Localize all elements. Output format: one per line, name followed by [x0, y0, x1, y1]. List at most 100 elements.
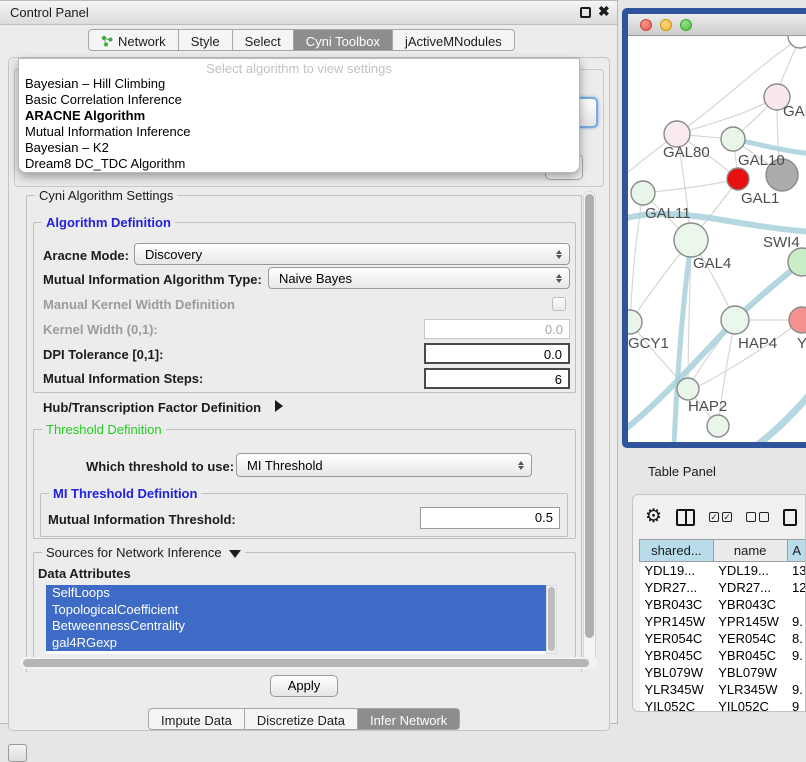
table-row[interactable]: YDR27...YDR27...12: [640, 579, 806, 596]
mi-algorithm-type-label: Mutual Information Algorithm Type:: [43, 272, 262, 287]
node-label: Y: [797, 335, 806, 352]
hub-expander-icon[interactable]: [275, 400, 283, 412]
network-canvas[interactable]: GALGAL80GAL10GAL1GAL11SWI4GAL4GCY1HAP4YH…: [628, 36, 806, 442]
which-threshold-select[interactable]: MI Threshold: [236, 453, 532, 477]
network-node-gal1[interactable]: [727, 168, 749, 190]
table-row[interactable]: YBL079WYBL079W: [640, 664, 806, 681]
table-cell: YBL079W: [713, 664, 787, 681]
mi-threshold-field[interactable]: 0.5: [420, 507, 560, 529]
table-row[interactable]: YIL052CYIL052C9: [640, 698, 806, 713]
tab-network[interactable]: Network: [88, 29, 179, 51]
node-label: GAL: [783, 103, 806, 120]
network-node-hap2[interactable]: [677, 378, 699, 400]
tab-discretize-data[interactable]: Discretize Data: [245, 708, 358, 730]
mi-threshold-label: Mutual Information Threshold:: [48, 512, 236, 527]
column-header[interactable]: name: [713, 540, 787, 562]
mi-threshold-definition-title: MI Threshold Definition: [49, 486, 201, 501]
cyni-settings-title: Cyni Algorithm Settings: [35, 188, 177, 203]
table-row[interactable]: YPR145WYPR145W9.: [640, 613, 806, 630]
control-panel-title: Control Panel: [10, 5, 89, 20]
table-cell: YPR145W: [640, 613, 714, 630]
data-attributes-list[interactable]: SelfLoopsTopologicalCoefficientBetweenne…: [46, 585, 546, 654]
table-row[interactable]: YDL19...YDL19...13: [640, 562, 806, 579]
network-node-gal4[interactable]: [674, 223, 708, 257]
attribute-item[interactable]: TopologicalCoefficient: [46, 602, 546, 619]
settings-scrollbar-thumb[interactable]: [585, 194, 594, 638]
network-window-titlebar[interactable]: [628, 14, 806, 36]
network-node-gcy1[interactable]: [628, 310, 642, 334]
network-node[interactable]: [707, 415, 729, 437]
apply-button[interactable]: Apply: [270, 675, 338, 697]
algorithm-option[interactable]: Basic Correlation Inference: [19, 92, 579, 108]
algorithm-option[interactable]: Bayesian – K2: [19, 140, 579, 156]
manual-kernel-width-checkbox[interactable]: [552, 297, 566, 311]
hub-definition-label: Hub/Transcription Factor Definition: [43, 400, 261, 415]
mi-steps-field[interactable]: 6: [424, 368, 570, 389]
node-label: GAL11: [645, 205, 691, 222]
deselect-all-columns-icon[interactable]: [746, 512, 769, 522]
threshold-definition-title: Threshold Definition: [42, 422, 166, 437]
settings-vertical-scrollbar[interactable]: [583, 191, 596, 667]
settings-horizontal-scrollbar[interactable]: [20, 657, 598, 669]
new-table-icon[interactable]: [783, 509, 797, 526]
network-node-y[interactable]: [789, 307, 806, 333]
network-node-gal10[interactable]: [721, 127, 745, 151]
settings-horizontal-scrollbar-thumb[interactable]: [23, 659, 589, 667]
attribute-item[interactable]: gal4RGexp: [46, 635, 546, 652]
attribute-item[interactable]: BetweennessCentrality: [46, 618, 546, 635]
aracne-mode-select[interactable]: Discovery: [134, 243, 570, 265]
algorithm-option[interactable]: Dream8 DC_TDC Algorithm: [19, 156, 579, 172]
network-node-hap4[interactable]: [721, 306, 749, 334]
table-row[interactable]: YBR043CYBR043C: [640, 596, 806, 613]
kernel-width-field[interactable]: 0.0: [424, 319, 570, 339]
network-icon: [101, 35, 113, 47]
mi-steps-label: Mutual Information Steps:: [43, 371, 203, 386]
gear-icon[interactable]: ⚙: [645, 507, 662, 527]
mi-algorithm-type-select[interactable]: Naive Bayes: [268, 267, 570, 289]
close-window-icon[interactable]: [640, 19, 652, 31]
network-node-gal11[interactable]: [631, 181, 655, 205]
aracne-mode-label: Aracne Mode:: [43, 248, 129, 263]
network-node[interactable]: [788, 36, 806, 48]
node-table: shared...nameA YDL19...YDL19...13YDR27..…: [639, 539, 806, 712]
which-threshold-label: Which threshold to use:: [86, 459, 234, 474]
algorithm-option[interactable]: ARACNE Algorithm: [19, 108, 579, 124]
minimize-window-icon[interactable]: [660, 19, 672, 31]
tab-cyni-toolbox[interactable]: Cyni Toolbox: [294, 29, 393, 51]
tab-select[interactable]: Select: [233, 29, 294, 51]
algorithm-option[interactable]: Mutual Information Inference: [19, 124, 579, 140]
attributes-scrollbar-thumb[interactable]: [548, 587, 555, 651]
table-cell: YDL19...: [640, 562, 714, 579]
table-cell: YBR043C: [640, 596, 714, 613]
table-cell: YDL19...: [713, 562, 787, 579]
column-header[interactable]: shared...: [640, 540, 714, 562]
attributes-scrollbar[interactable]: [546, 585, 557, 654]
node-label: GAL80: [663, 144, 710, 161]
table-row[interactable]: YER054CYER054C8.: [640, 630, 806, 647]
dpi-tolerance-field[interactable]: 0.0: [424, 343, 570, 364]
collapse-icon[interactable]: [229, 550, 241, 558]
select-all-columns-icon[interactable]: ✓✓: [709, 512, 732, 522]
table-cell: YBR045C: [640, 647, 714, 664]
table-panel: ⚙ ✓✓ shared...nameA YDL19...YDL19...13YD…: [632, 494, 806, 712]
table-row[interactable]: YLR345WYLR345W9.: [640, 681, 806, 698]
zoom-window-icon[interactable]: [680, 19, 692, 31]
tab-impute-data[interactable]: Impute Data: [148, 708, 245, 730]
column-header[interactable]: A: [787, 540, 806, 562]
tab-infer-network[interactable]: Infer Network: [358, 708, 460, 730]
table-cell: 12: [787, 579, 806, 596]
table-toolbar: ⚙ ✓✓: [645, 505, 797, 529]
table-row[interactable]: YBR045CYBR045C9.: [640, 647, 806, 664]
table-cell: YIL052C: [713, 698, 787, 713]
attribute-item[interactable]: SelfLoops: [46, 585, 546, 602]
control-panel-titlebar: Control Panel ✖: [0, 1, 617, 25]
tab-style[interactable]: Style: [179, 29, 233, 51]
close-icon[interactable]: ✖: [598, 3, 610, 20]
table-cell: YIL052C: [640, 698, 714, 713]
split-columns-icon[interactable]: [676, 509, 695, 526]
float-panel-icon[interactable]: [580, 7, 591, 18]
manual-kernel-width-label: Manual Kernel Width Definition: [43, 297, 235, 312]
algorithm-option[interactable]: Bayesian – Hill Climbing: [19, 76, 579, 92]
restore-panel-icon[interactable]: [8, 744, 27, 762]
tab-jactivemnodules[interactable]: jActiveMNodules: [393, 29, 515, 51]
